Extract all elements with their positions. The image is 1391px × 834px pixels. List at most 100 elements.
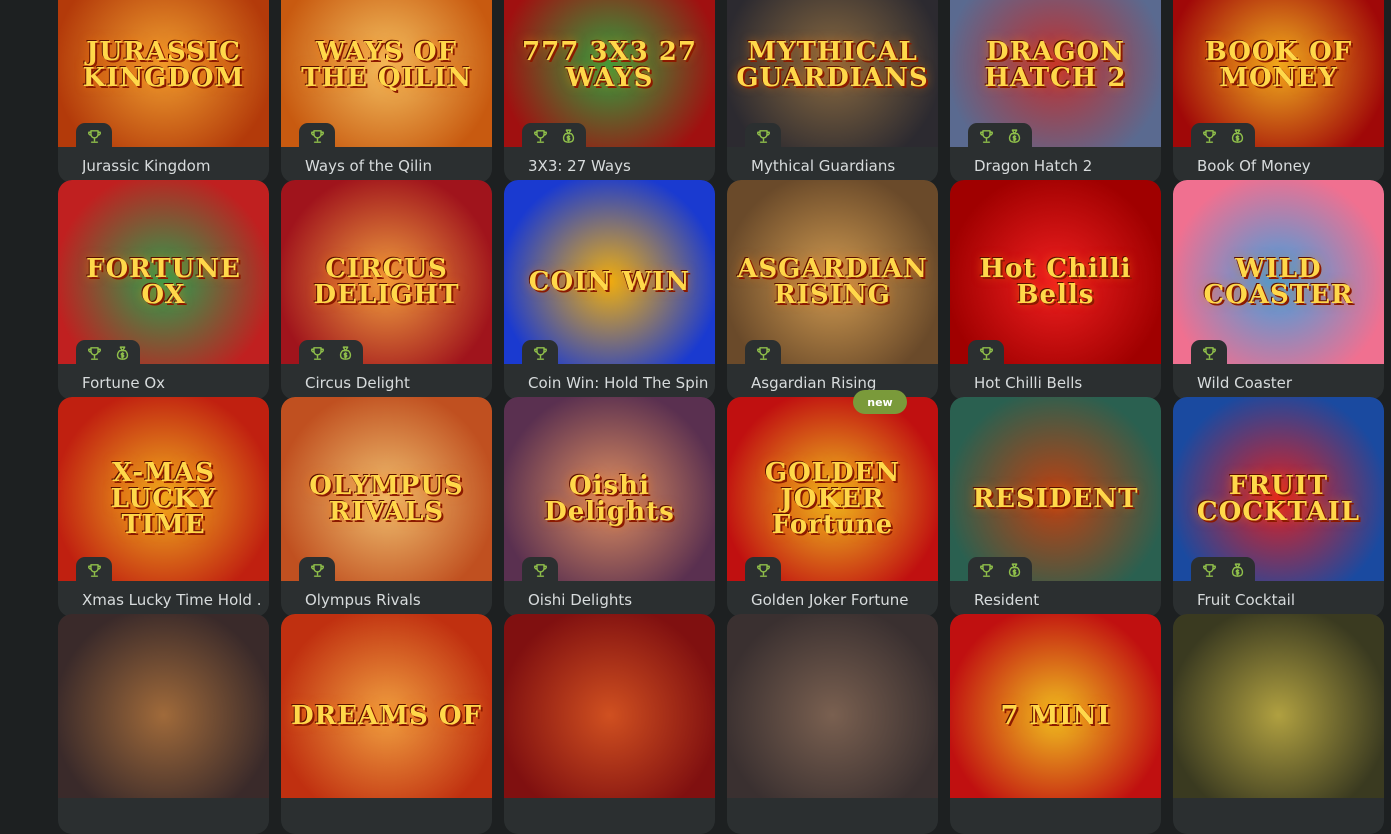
game-title[interactable]: Golden Joker Fortune (751, 591, 931, 609)
game-card[interactable]: 7 MINI (950, 614, 1161, 834)
game-title[interactable]: Dragon Hatch 2 (974, 157, 1154, 175)
game-card[interactable]: 777 3X3 27 WAYS 3X3: 27 Ways (504, 0, 715, 183)
money-bag-icon (1004, 560, 1024, 580)
game-thumbnail[interactable]: X-MAS LUCKY TIME (58, 397, 269, 581)
game-badges (299, 340, 363, 366)
game-card[interactable]: JURASSIC KINGDOM Jurassic Kingdom (58, 0, 269, 183)
game-card[interactable]: CIRCUS DELIGHT Circus Delight (281, 180, 492, 400)
game-card[interactable]: WAYS OF THE QILIN Ways of the Qilin (281, 0, 492, 183)
game-card[interactable]: Hot Chilli Bells Hot Chilli Bells (950, 180, 1161, 400)
trophy-icon (530, 560, 550, 580)
game-card[interactable] (58, 614, 269, 834)
game-thumbnail[interactable]: CIRCUS DELIGHT (281, 180, 492, 364)
game-logo-text: ASGARDIAN RISING (737, 254, 928, 310)
game-title[interactable]: Hot Chilli Bells (974, 374, 1154, 392)
game-thumbnail[interactable]: Hot Chilli Bells (950, 180, 1161, 364)
game-title[interactable]: Fortune Ox (82, 374, 262, 392)
game-logo: RESIDENT (950, 397, 1161, 581)
game-card[interactable]: DREAMS OF (281, 614, 492, 834)
game-badges (968, 123, 1032, 149)
game-title[interactable]: Mythical Guardians (751, 157, 931, 175)
game-thumbnail[interactable]: 7 MINI (950, 614, 1161, 798)
game-thumbnail[interactable]: Oishi Delights (504, 397, 715, 581)
game-card[interactable]: Oishi Delights Oishi Delights (504, 397, 715, 617)
game-title[interactable]: Asgardian Rising (751, 374, 931, 392)
game-badges (745, 123, 781, 149)
trophy-icon (307, 126, 327, 146)
game-logo: OLYMPUS RIVALS (281, 397, 492, 581)
game-title[interactable]: Olympus Rivals (305, 591, 485, 609)
game-title[interactable]: 3X3: 27 Ways (528, 157, 708, 175)
game-card[interactable]: DRAGON HATCH 2 Dragon Hatch 2 (950, 0, 1161, 183)
game-badges (968, 557, 1032, 583)
trophy-icon (1199, 560, 1219, 580)
money-bag-icon (1227, 560, 1247, 580)
game-thumbnail[interactable] (727, 614, 938, 798)
game-thumbnail[interactable] (1173, 614, 1384, 798)
game-card[interactable]: X-MAS LUCKY TIME Xmas Lucky Time Hold ... (58, 397, 269, 617)
trophy-icon (84, 126, 104, 146)
game-card[interactable]: FRUIT COCKTAIL Fruit Cocktail (1173, 397, 1384, 617)
game-card[interactable]: GOLDEN JOKER Fortune Golden Joker Fortune… (727, 390, 938, 617)
game-thumbnail[interactable]: FRUIT COCKTAIL (1173, 397, 1384, 581)
game-thumbnail[interactable]: OLYMPUS RIVALS (281, 397, 492, 581)
game-logo (727, 614, 938, 798)
trophy-icon (753, 126, 773, 146)
game-thumbnail[interactable]: DREAMS OF (281, 614, 492, 798)
game-logo-text: WILD COASTER (1203, 254, 1354, 310)
game-logo: Oishi Delights (504, 397, 715, 581)
trophy-icon (84, 560, 104, 580)
game-logo-text: DREAMS OF (291, 701, 482, 731)
game-logo: Hot Chilli Bells (950, 180, 1161, 364)
game-card[interactable] (1173, 614, 1384, 834)
game-logo: COIN WIN (504, 180, 715, 364)
game-title[interactable]: Wild Coaster (1197, 374, 1377, 392)
game-logo: WILD COASTER (1173, 180, 1384, 364)
game-logo: FORTUNE OX (58, 180, 269, 364)
game-title[interactable]: Xmas Lucky Time Hold ... (82, 591, 262, 609)
game-title[interactable]: Coin Win: Hold The Spin (528, 374, 708, 392)
game-logo-text: JURASSIC KINGDOM (82, 37, 245, 93)
game-logo: 7 MINI (950, 614, 1161, 798)
money-bag-icon (335, 343, 355, 363)
game-thumbnail[interactable]: GOLDEN JOKER Fortune (727, 397, 938, 581)
game-logo-text: Hot Chilli Bells (979, 254, 1132, 310)
game-thumbnail[interactable]: WILD COASTER (1173, 180, 1384, 364)
game-thumbnail[interactable]: ASGARDIAN RISING (727, 180, 938, 364)
game-logo-text: DRAGON HATCH 2 (984, 37, 1127, 93)
game-card[interactable]: RESIDENT Resident (950, 397, 1161, 617)
game-title[interactable]: Book Of Money (1197, 157, 1377, 175)
game-logo-text: WAYS OF THE QILIN (301, 37, 472, 93)
game-thumbnail[interactable]: COIN WIN (504, 180, 715, 364)
game-thumbnail[interactable]: RESIDENT (950, 397, 1161, 581)
game-badges (299, 123, 335, 149)
game-badges (76, 340, 140, 366)
game-title[interactable]: Oishi Delights (528, 591, 708, 609)
game-card[interactable] (727, 614, 938, 834)
game-logo-text: CIRCUS DELIGHT (313, 254, 460, 310)
game-logo-text: 777 3X3 27 WAYS (522, 37, 697, 93)
game-card[interactable]: FORTUNE OX Fortune Ox (58, 180, 269, 400)
game-title[interactable]: Fruit Cocktail (1197, 591, 1377, 609)
game-card[interactable]: OLYMPUS RIVALS Olympus Rivals (281, 397, 492, 617)
game-card[interactable]: WILD COASTER Wild Coaster (1173, 180, 1384, 400)
trophy-icon (307, 343, 327, 363)
game-card[interactable] (504, 614, 715, 834)
game-title[interactable]: Ways of the Qilin (305, 157, 485, 175)
game-card[interactable]: BOOK OF MONEY Book Of Money (1173, 0, 1384, 183)
trophy-icon (530, 343, 550, 363)
game-thumbnail[interactable] (504, 614, 715, 798)
game-card[interactable]: MYTHICAL GUARDIANS Mythical Guardians (727, 0, 938, 183)
game-title[interactable]: Resident (974, 591, 1154, 609)
game-logo-text: FORTUNE OX (86, 254, 241, 310)
game-logo (1173, 614, 1384, 798)
game-title[interactable]: Circus Delight (305, 374, 485, 392)
game-thumbnail[interactable] (58, 614, 269, 798)
trophy-icon (976, 560, 996, 580)
game-title[interactable]: Jurassic Kingdom (82, 157, 262, 175)
game-card[interactable]: ASGARDIAN RISING Asgardian Rising (727, 180, 938, 400)
game-badges (76, 557, 112, 583)
game-thumbnail[interactable]: FORTUNE OX (58, 180, 269, 364)
game-card[interactable]: COIN WIN Coin Win: Hold The Spin (504, 180, 715, 400)
game-logo-text: BOOK OF MONEY (1204, 37, 1353, 93)
